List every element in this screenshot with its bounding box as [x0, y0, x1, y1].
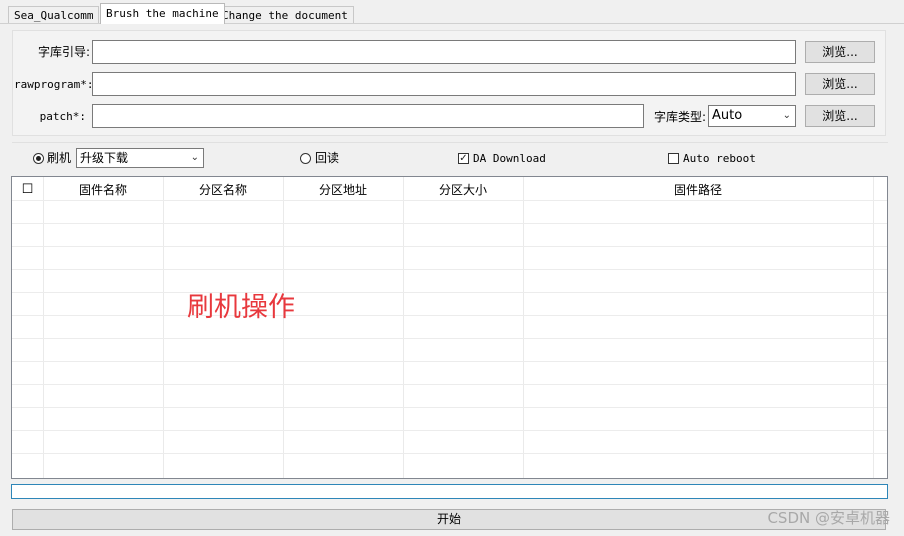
- row-divider: [12, 223, 887, 224]
- row-divider: [12, 361, 887, 362]
- column-header-firmware-path[interactable]: 固件路径: [523, 177, 873, 205]
- browse-patch-button[interactable]: 浏览...: [805, 105, 875, 127]
- row-divider: [12, 338, 887, 339]
- font-type-select[interactable]: Auto ⌄: [708, 105, 796, 127]
- column-header-partition-name[interactable]: 分区名称: [163, 177, 283, 205]
- da-download-label: DA Download: [473, 152, 546, 165]
- rawprogram-label: rawprogram*:: [14, 78, 94, 91]
- row-divider: [12, 269, 887, 270]
- chevron-down-icon: ⌄: [190, 152, 199, 163]
- mode-select[interactable]: 升级下载 ⌄: [76, 148, 204, 168]
- column-header-partition-size[interactable]: 分区大小: [403, 177, 523, 205]
- start-button[interactable]: 开始: [12, 509, 886, 530]
- chevron-down-icon: ⌄: [782, 110, 791, 121]
- row-divider: [12, 292, 887, 293]
- tab-sea-qualcomm[interactable]: Sea_Qualcomm: [8, 6, 100, 24]
- tab-brush-the-machine[interactable]: Brush the machine: [100, 3, 225, 24]
- column-header-partition-address[interactable]: 分区地址: [283, 177, 403, 205]
- column-header-firmware-name[interactable]: 固件名称: [43, 177, 163, 205]
- overlay-annotation: 刷机操作: [187, 292, 295, 323]
- flash-label: 刷机: [47, 151, 72, 165]
- font-guide-label: 字库引导:: [37, 45, 90, 59]
- font-type-value: Auto: [712, 108, 743, 123]
- flash-radio[interactable]: [33, 153, 44, 164]
- row-divider: [12, 246, 887, 247]
- auto-reboot-checkbox[interactable]: [668, 153, 679, 164]
- row-divider: [12, 453, 887, 454]
- browse-font-guide-button[interactable]: 浏览...: [805, 41, 875, 63]
- da-download-checkbox[interactable]: ✓: [458, 153, 469, 164]
- progress-bar: [11, 484, 888, 499]
- radio-selected-dot: [36, 156, 41, 161]
- readback-label: 回读: [315, 151, 340, 165]
- row-divider: [12, 384, 887, 385]
- patch-input[interactable]: [92, 104, 644, 128]
- watermark: CSDN @安卓机器: [767, 509, 890, 527]
- row-divider: [12, 430, 887, 431]
- row-divider: [12, 315, 887, 316]
- rawprogram-input[interactable]: [92, 72, 796, 96]
- font-type-label: 字库类型:: [653, 110, 706, 124]
- readback-radio[interactable]: [300, 153, 311, 164]
- partition-table[interactable]: ☐ 固件名称 分区名称 分区地址 分区大小 固件路径 刷机操作: [11, 176, 888, 479]
- patch-label: patch*:: [39, 110, 86, 123]
- select-all-checkbox[interactable]: ☐: [12, 177, 43, 205]
- font-guide-input[interactable]: [92, 40, 796, 64]
- auto-reboot-label: Auto reboot: [683, 152, 756, 165]
- mode-value: 升级下载: [80, 151, 129, 165]
- row-divider: [12, 407, 887, 408]
- browse-rawprogram-button[interactable]: 浏览...: [805, 73, 875, 95]
- tab-change-the-document[interactable]: Change the document: [216, 6, 354, 24]
